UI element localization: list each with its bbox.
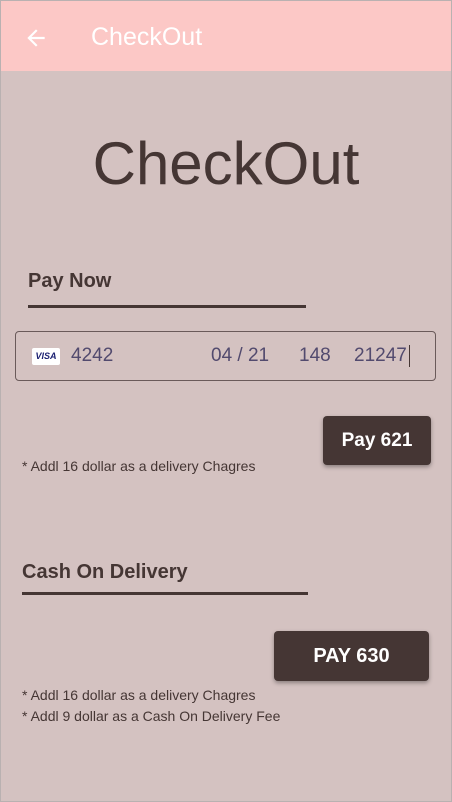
card-input[interactable]: VISA 4242 04 / 21 148 21247 — [15, 331, 436, 381]
card-number-field[interactable]: 4242 — [71, 345, 113, 367]
cod-delivery-note: * Addl 16 dollar as a delivery Chagres — [22, 687, 256, 703]
app-bar-title: CheckOut — [91, 23, 203, 51]
pay-now-delivery-note: * Addl 16 dollar as a delivery Chagres — [22, 458, 256, 474]
pay-now-button[interactable]: Pay 621 — [323, 416, 431, 465]
app-bar: CheckOut — [1, 1, 451, 71]
cod-divider — [22, 592, 308, 595]
page-title: CheckOut — [92, 130, 360, 197]
checkout-screen: CheckOut CheckOut Pay Now VISA 4242 04 /… — [0, 0, 452, 802]
cod-fee-note: * Addl 9 dollar as a Cash On Delivery Fe… — [22, 708, 281, 724]
arrow-left-icon[interactable] — [23, 25, 49, 51]
pay-now-heading: Pay Now — [28, 270, 112, 292]
visa-card-icon: VISA — [32, 348, 60, 365]
pay-now-divider — [28, 305, 306, 308]
cod-heading: Cash On Delivery — [22, 561, 188, 583]
text-caret — [409, 345, 410, 367]
card-cvc-field[interactable]: 148 — [299, 345, 331, 367]
cod-pay-button[interactable]: PAY 630 — [274, 631, 429, 681]
card-expiry-field[interactable]: 04 / 21 — [211, 345, 269, 367]
card-postal-field[interactable]: 21247 — [354, 345, 407, 367]
